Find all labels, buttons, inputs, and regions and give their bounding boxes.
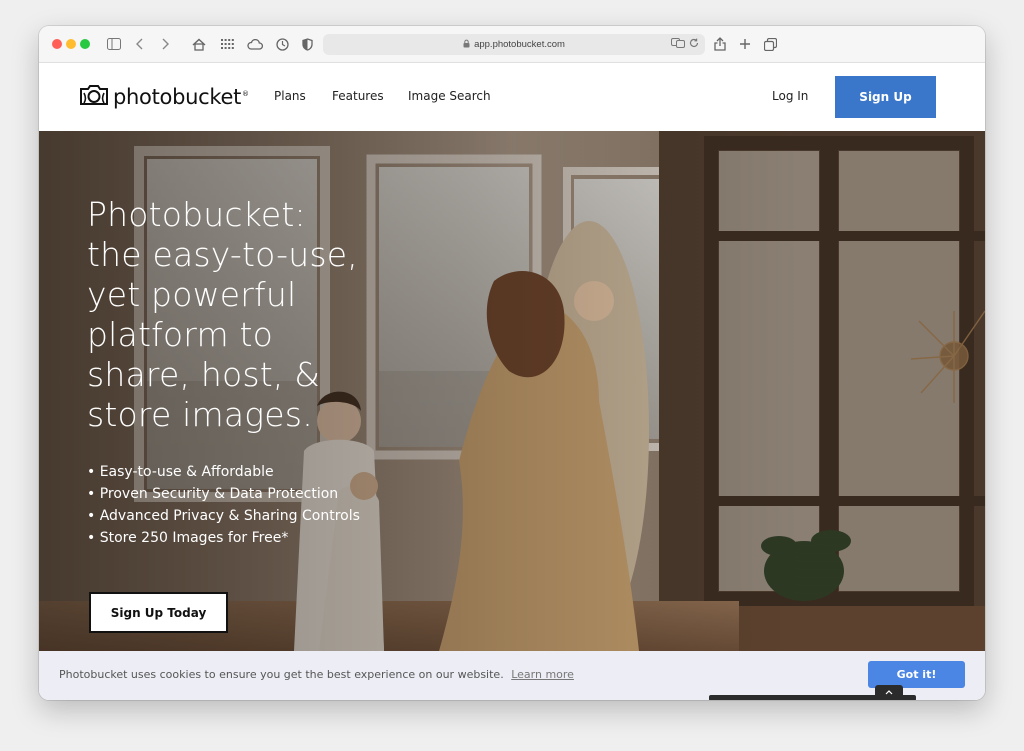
signup-today-button[interactable]: Sign Up Today — [89, 592, 228, 633]
close-window-button[interactable] — [52, 39, 62, 49]
back-arrow-icon[interactable] — [131, 35, 149, 53]
lock-icon — [463, 39, 470, 50]
new-tab-plus-icon[interactable] — [736, 35, 754, 53]
login-link[interactable]: Log In — [772, 89, 808, 103]
home-icon[interactable] — [190, 35, 208, 53]
minimize-window-button[interactable] — [66, 39, 76, 49]
hero-headline-line: store images. — [87, 395, 313, 434]
cloud-icon[interactable] — [246, 35, 264, 53]
nav-image-search[interactable]: Image Search — [408, 89, 491, 103]
tab-overview-icon[interactable] — [761, 35, 779, 53]
history-clock-icon[interactable] — [273, 35, 291, 53]
reload-icon[interactable] — [689, 38, 699, 50]
feature-item: • Store 250 Images for Free* — [87, 530, 289, 546]
hero-headline-line: yet powerful — [87, 275, 297, 314]
url-text: app.photobucket.com — [474, 39, 565, 50]
registered-mark: ® — [242, 90, 249, 98]
translate-icon[interactable] — [671, 38, 685, 50]
nav-features[interactable]: Features — [332, 89, 384, 103]
address-bar[interactable]: app.photobucket.com — [323, 34, 705, 55]
cookie-banner: Photobucket uses cookies to ensure you g… — [39, 651, 985, 700]
forward-arrow-icon[interactable] — [156, 35, 174, 53]
apps-grid-icon[interactable] — [218, 35, 236, 53]
signup-button[interactable]: Sign Up — [835, 76, 936, 118]
photobucket-logo[interactable]: photobucket® — [79, 83, 249, 111]
learn-more-link[interactable]: Learn more — [511, 668, 574, 681]
feature-item: • Advanced Privacy & Sharing Controls — [87, 508, 360, 524]
feature-item: • Easy-to-use & Affordable — [87, 464, 274, 480]
browser-toolbar: app.photobucket.com — [39, 26, 985, 63]
sidebar-toggle-icon[interactable] — [105, 35, 123, 53]
cookie-message: Photobucket uses cookies to ensure you g… — [59, 668, 504, 681]
feature-list: • Easy-to-use & Affordable • Proven Secu… — [87, 461, 360, 549]
logo-wordmark: photobucket — [113, 85, 242, 109]
cookie-message-row: Photobucket uses cookies to ensure you g… — [59, 668, 574, 681]
privacy-shield-icon[interactable] — [298, 35, 316, 53]
zoom-window-button[interactable] — [80, 39, 90, 49]
share-icon[interactable] — [711, 35, 729, 53]
accept-cookies-button[interactable]: Got it! — [868, 661, 965, 688]
chevron-up-icon[interactable] — [875, 685, 903, 699]
hero-headline-line: platform to — [87, 315, 274, 354]
hero-headline-line: the easy-to-use, — [87, 235, 358, 274]
hero-headline-line: share, host, & — [87, 355, 321, 394]
hero-headline: Photobucket: the easy-to-use, yet powerf… — [87, 195, 387, 435]
camera-logo-icon — [79, 84, 109, 111]
hero-section: Photobucket: the easy-to-use, yet powerf… — [39, 131, 985, 651]
feature-item: • Proven Security & Data Protection — [87, 486, 339, 502]
nav-plans[interactable]: Plans — [274, 89, 306, 103]
browser-window: app.photobucket.com photobucket® Plans F… — [39, 26, 985, 700]
site-header: photobucket® Plans Features Image Search… — [39, 63, 985, 131]
hero-headline-line: Photobucket: — [87, 195, 306, 234]
